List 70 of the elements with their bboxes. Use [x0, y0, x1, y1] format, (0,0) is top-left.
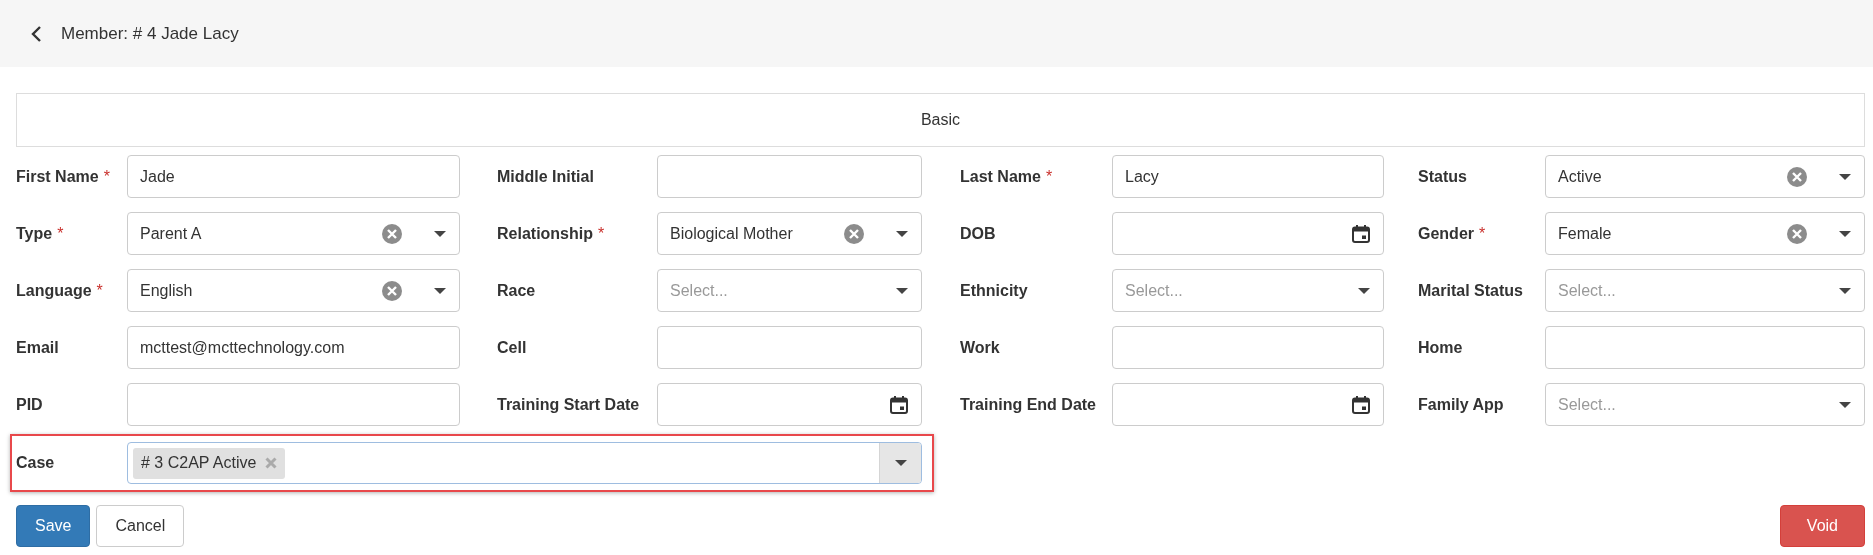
caret-icon: [434, 230, 446, 237]
field-label: Middle Initial: [497, 167, 594, 186]
calendar-icon: [890, 395, 908, 414]
select-field[interactable]: Active: [1545, 155, 1865, 198]
input-field[interactable]: [657, 155, 922, 198]
section-header: Basic: [16, 93, 1865, 147]
input-field[interactable]: [657, 326, 922, 369]
clear-icon[interactable]: [382, 280, 402, 301]
date-field[interactable]: [1112, 383, 1384, 426]
input-field[interactable]: [1545, 326, 1865, 369]
caret-icon: [1839, 401, 1851, 408]
back-icon[interactable]: [31, 25, 42, 42]
field-label: Race: [497, 281, 536, 300]
caret-icon: [1839, 287, 1851, 294]
caret-icon: [896, 287, 908, 294]
date-field[interactable]: [657, 383, 922, 426]
required-mark: *: [57, 224, 64, 243]
field-label: Type: [16, 224, 53, 243]
field-label: Language: [16, 281, 92, 300]
calendar-icon: [1352, 395, 1370, 414]
field-label: Home: [1418, 338, 1463, 357]
input-field[interactable]: [1112, 326, 1384, 369]
field-label: Training Start Date: [497, 395, 640, 414]
save-button[interactable]: Save: [16, 505, 91, 547]
field-label: Work: [960, 338, 1000, 357]
field-label: PID: [16, 395, 43, 414]
field-label: Last Name: [960, 167, 1041, 186]
select-field[interactable]: Parent A: [127, 212, 460, 255]
input-field[interactable]: mcttest@mcttechnology.com: [127, 326, 460, 369]
clear-icon[interactable]: [1787, 223, 1807, 244]
field-label: Email: [16, 338, 59, 357]
calendar-icon: [1352, 224, 1370, 243]
clear-icon[interactable]: [1787, 166, 1807, 187]
clear-icon[interactable]: [382, 223, 402, 244]
field-label: Ethnicity: [960, 281, 1028, 300]
field-label: Gender: [1418, 224, 1474, 243]
caret-icon: [1358, 287, 1370, 294]
cancel-button[interactable]: Cancel: [96, 505, 185, 547]
required-mark: *: [598, 224, 605, 243]
select-field[interactable]: English: [127, 269, 460, 312]
caret-icon: [894, 460, 907, 466]
input-field[interactable]: Lacy: [1112, 155, 1384, 198]
tag-chip: # 3 C2AP Active: [133, 447, 286, 479]
field-label: Cell: [497, 338, 527, 357]
required-mark: *: [1479, 224, 1486, 243]
input-field[interactable]: Jade: [127, 155, 460, 198]
field-label: Relationship: [497, 224, 593, 243]
multi-select-field[interactable]: # 3 C2AP Active: [127, 442, 922, 484]
required-mark: *: [96, 281, 103, 300]
remove-icon[interactable]: [265, 457, 278, 469]
required-mark: *: [1045, 167, 1053, 186]
field-label: Training End Date: [960, 395, 1096, 414]
select-field[interactable]: Biological Mother: [657, 212, 922, 255]
field-label: First Name: [16, 167, 99, 186]
required-mark: *: [103, 167, 110, 186]
caret-icon: [1839, 173, 1851, 180]
page-title: Member: # 4 Jade Lacy: [61, 23, 239, 44]
caret-icon: [896, 230, 908, 237]
field-label: Status: [1418, 167, 1467, 186]
input-field[interactable]: [127, 383, 460, 426]
caret-icon: [1839, 230, 1851, 237]
clear-icon[interactable]: [844, 223, 864, 244]
field-label: Marital Status: [1418, 281, 1523, 300]
field-label: DOB: [960, 224, 996, 243]
void-button[interactable]: Void: [1779, 505, 1865, 547]
field-label: Case: [16, 453, 56, 473]
date-field[interactable]: [1112, 212, 1384, 255]
field-label: Family App: [1418, 395, 1504, 414]
select-field[interactable]: Female: [1545, 212, 1865, 255]
caret-icon: [434, 287, 446, 294]
